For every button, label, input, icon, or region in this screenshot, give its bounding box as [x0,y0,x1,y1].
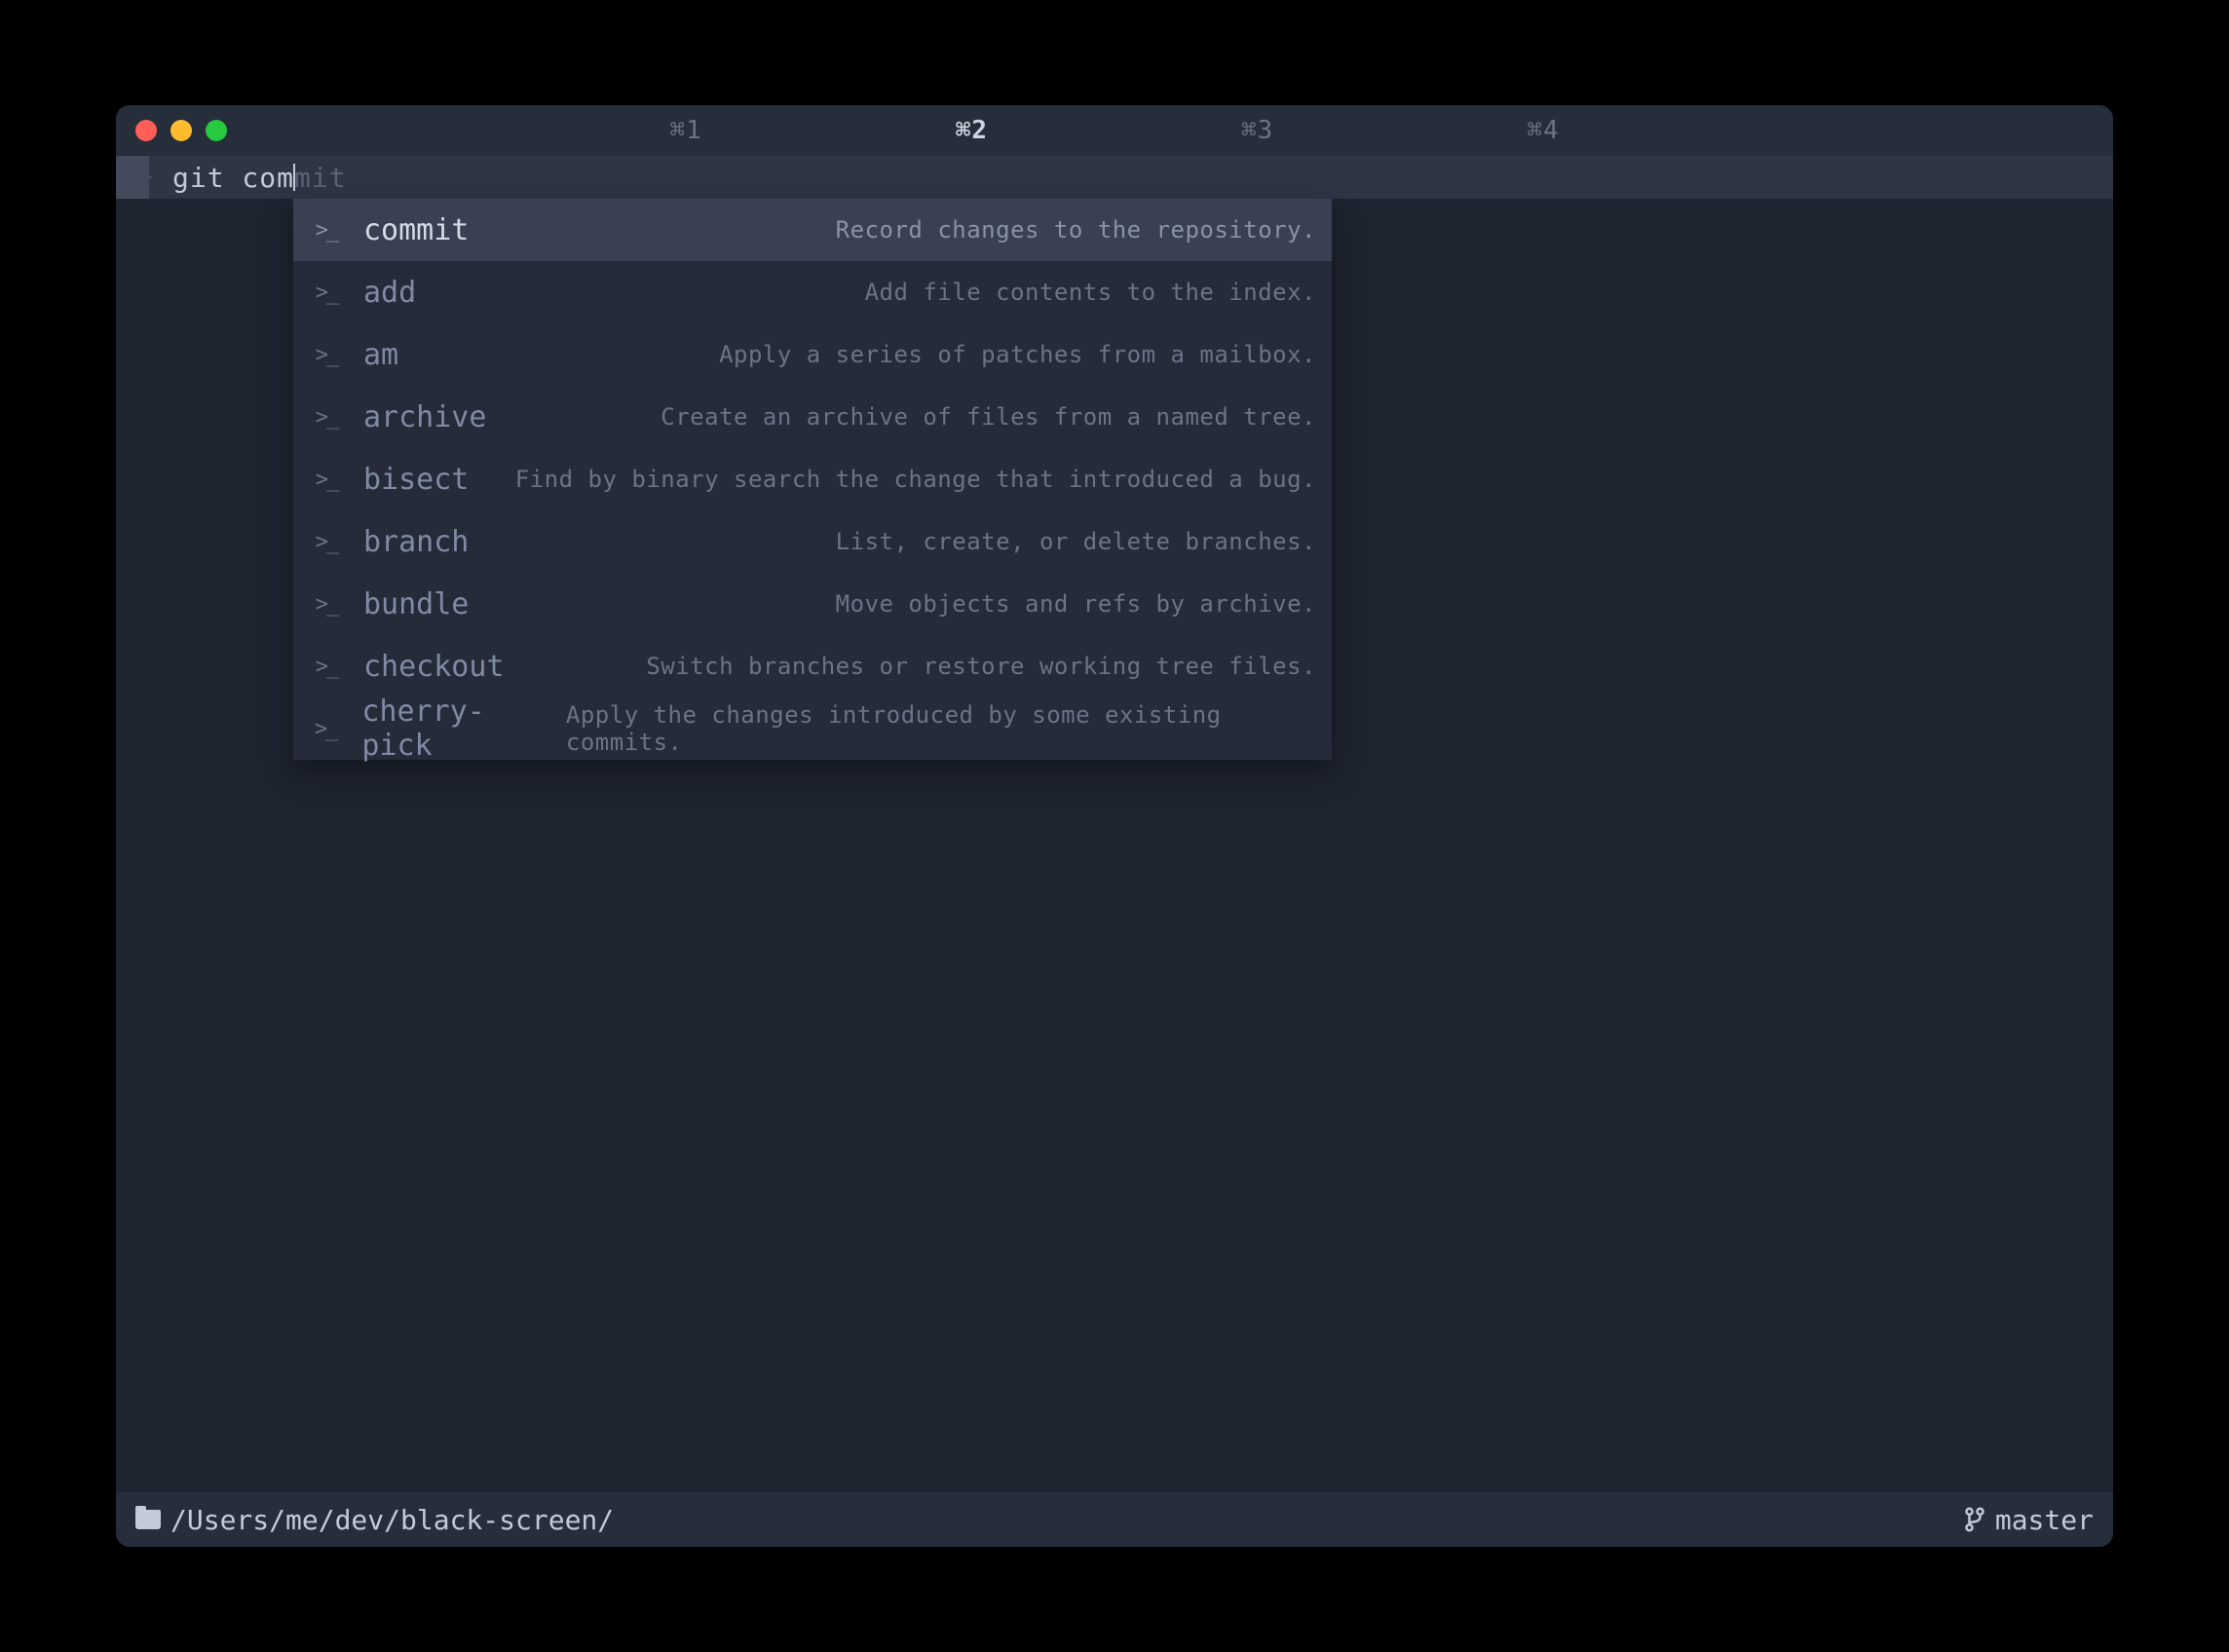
terminal-icon: >_ [309,468,344,492]
autocomplete-item-commit[interactable]: >_ commit Record changes to the repository… [293,199,1332,261]
autocomplete-description: Record changes to the repository. [836,216,1316,244]
autocomplete-command: bisect [363,463,469,497]
working-directory[interactable]: /Users/me/dev/black-screen/ [135,1504,614,1536]
autocomplete-item-add[interactable]: >_ add Add file contents to the index. [293,261,1332,323]
autocomplete-description: Apply a series of patches from a mailbox… [719,341,1316,368]
command-input[interactable]: git commit [172,162,347,194]
terminal-window: ⌘1 ⌘2 ⌘3 ⌘4 git commit >_ commit Record ch… [116,105,2113,1547]
git-branch-indicator[interactable]: master [1964,1504,2094,1536]
autocomplete-description: Switch branches or restore working tree … [646,653,1316,680]
prompt-indicator [116,156,149,199]
autocomplete-description: Create an archive of files from a named … [661,403,1316,431]
terminal-icon: >_ [309,717,342,741]
autocomplete-item-archive[interactable]: >_ archive Create an archive of files from… [293,386,1332,448]
autocomplete-command: branch [363,525,469,559]
terminal-icon: >_ [309,592,344,617]
path-text: /Users/me/dev/black-screen/ [170,1504,614,1536]
terminal-icon: >_ [309,655,344,679]
autocomplete-command: bundle [363,587,469,621]
autocomplete-item-branch[interactable]: >_ branch List, create, or delete branches… [293,510,1332,573]
autocomplete-command: archive [363,400,486,434]
autocomplete-description: Move objects and refs by archive. [836,590,1316,618]
maximize-button[interactable] [206,120,227,141]
autocomplete-item-bundle[interactable]: >_ bundle Move objects and refs by archive… [293,573,1332,635]
close-button[interactable] [135,120,157,141]
terminal-body[interactable]: >_ commit Record changes to the repository… [116,199,2113,1492]
terminal-icon: >_ [309,530,344,554]
autocomplete-description: Find by binary search the change that in… [515,466,1316,493]
autocomplete-popup: >_ commit Record changes to the repository… [293,199,1332,760]
folder-icon [135,1510,161,1529]
branch-name: master [1995,1504,2094,1536]
autocomplete-command: checkout [363,650,505,684]
terminal-icon: >_ [309,405,344,430]
minimize-button[interactable] [170,120,192,141]
status-bar: /Users/me/dev/black-screen/ master [116,1492,2113,1547]
tab-3[interactable]: ⌘3 [1241,116,1273,145]
autocomplete-command: commit [363,213,469,247]
autocomplete-item-am[interactable]: >_ am Apply a series of patches from a mai… [293,323,1332,386]
command-typed-text: git com [172,162,294,194]
autocomplete-item-bisect[interactable]: >_ bisect Find by binary search the change… [293,448,1332,510]
autocomplete-command: cherry-pick [361,695,547,763]
tab-4[interactable]: ⌘4 [1527,116,1559,145]
terminal-icon: >_ [309,281,344,305]
autocomplete-description: Add file contents to the index. [865,279,1316,306]
autocomplete-command: add [363,276,416,310]
tab-1[interactable]: ⌘1 [669,116,701,145]
command-ghost-text: mit [294,162,347,194]
terminal-icon: >_ [309,218,344,243]
autocomplete-description: List, create, or delete branches. [836,528,1316,555]
titlebar: ⌘1 ⌘2 ⌘3 ⌘4 [116,105,2113,156]
prompt-row[interactable]: git commit [116,156,2113,199]
branch-icon [1964,1506,1985,1533]
window-controls [116,120,227,141]
autocomplete-command: am [363,338,398,372]
tab-hotkeys: ⌘1 ⌘2 ⌘3 ⌘4 [116,116,2113,145]
autocomplete-item-checkout[interactable]: >_ checkout Switch branches or restore wor… [293,635,1332,697]
tab-2[interactable]: ⌘2 [956,116,988,145]
terminal-icon: >_ [309,343,344,367]
autocomplete-description: Apply the changes introduced by some exi… [566,701,1316,756]
autocomplete-item-cherry-pick[interactable]: >_ cherry-pick Apply the changes introduce… [293,697,1332,760]
